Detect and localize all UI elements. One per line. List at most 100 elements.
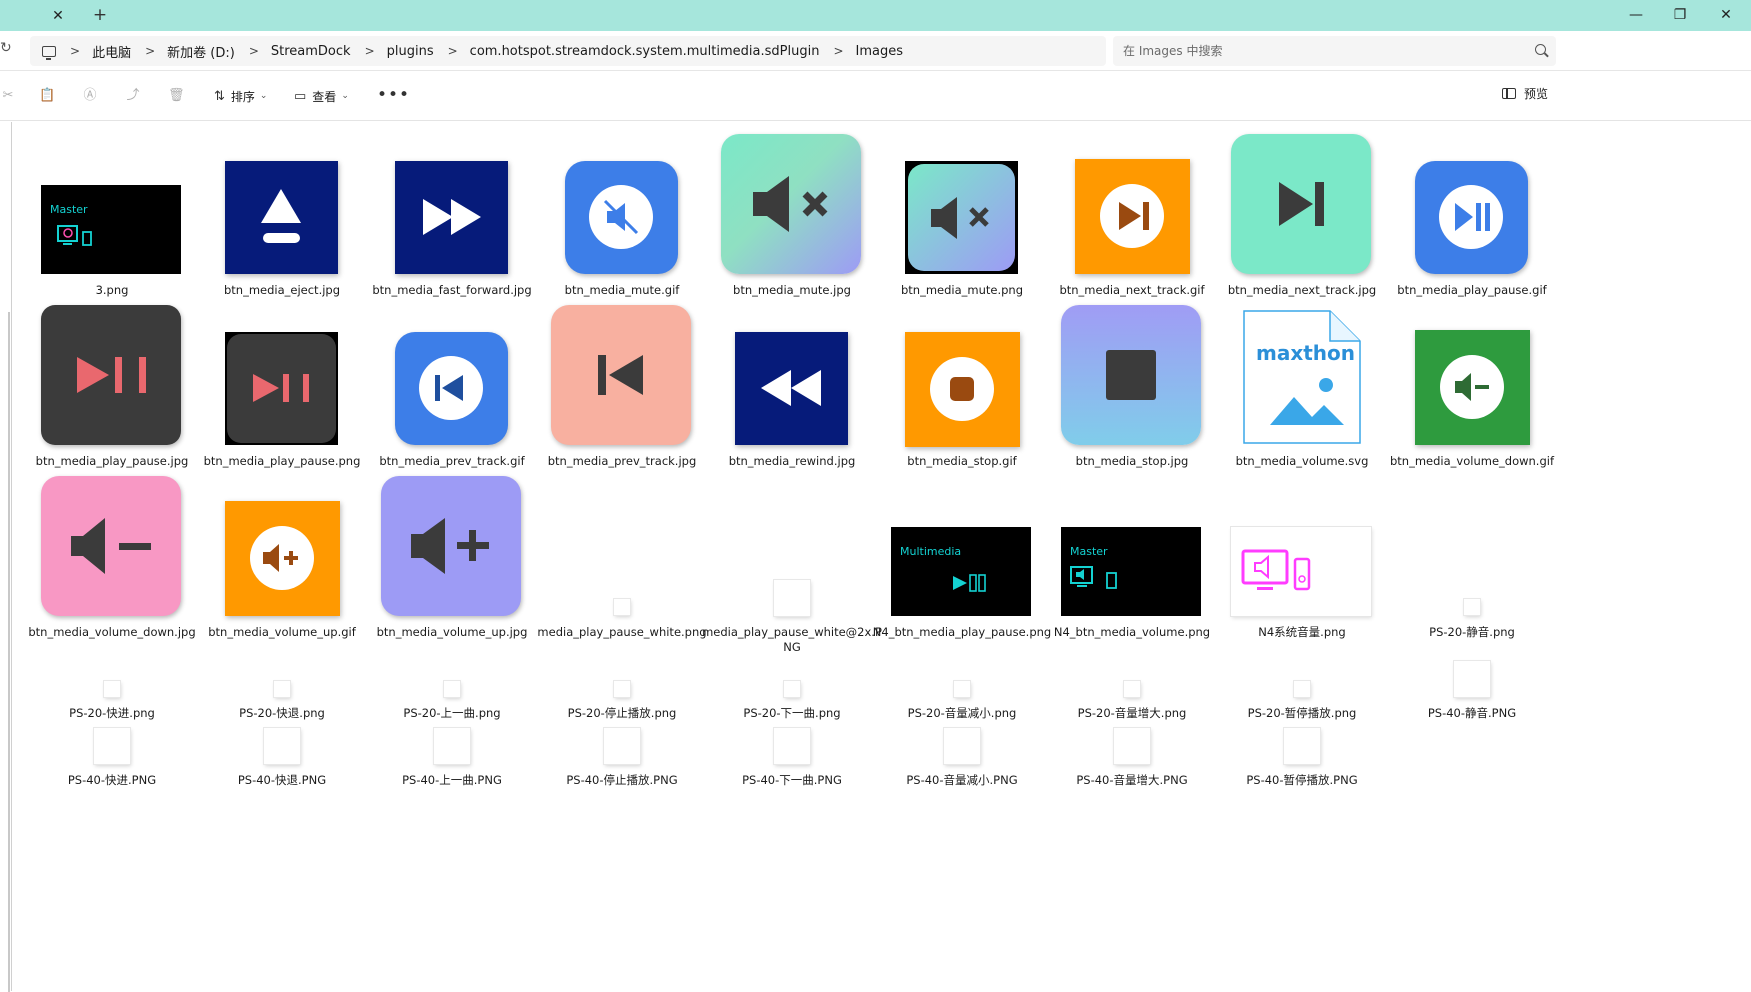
- master-monitor-icon: Master: [41, 185, 181, 274]
- search-input[interactable]: [1123, 42, 1513, 60]
- breadcrumb[interactable]: > 此电脑 > 新加卷 (D:) > StreamDock > plugins …: [30, 36, 1106, 66]
- file-name: btn_media_prev_track.gif: [379, 454, 525, 468]
- share-icon[interactable]: ⤴: [125, 88, 141, 104]
- new-tab-button[interactable]: +: [90, 5, 110, 25]
- file-name: N4_btn_media_play_pause.png: [872, 625, 1052, 639]
- chevron-right-icon[interactable]: >: [833, 44, 843, 58]
- file-name: btn_media_mute.jpg: [733, 283, 851, 297]
- rename-icon[interactable]: Ⓐ: [82, 88, 98, 104]
- file-name: PS-40-音量减小.PNG: [906, 773, 1018, 787]
- sort-label: 排序: [230, 89, 255, 104]
- file-name: btn_media_volume.svg: [1235, 454, 1369, 468]
- file-name: btn_media_mute.gif: [564, 283, 680, 297]
- breadcrumb-this-pc[interactable]: 此电脑: [92, 42, 131, 61]
- refresh-icon[interactable]: ↻: [0, 40, 12, 60]
- blank-image-icon: [604, 728, 640, 764]
- command-bar: ✂ 📋 Ⓐ ⤴ 🗑 ⇅ 排序 ⌄ ▭ 查看 ⌄ ••• 预览: [0, 72, 1751, 121]
- breadcrumb-images[interactable]: Images: [856, 44, 904, 59]
- file-name: btn_media_mute.png: [900, 283, 1024, 297]
- blank-image-icon: [774, 580, 810, 616]
- file-name: PS-40-静音.PNG: [1427, 706, 1517, 720]
- blank-image-icon: [434, 728, 470, 764]
- blank-image-icon: [944, 728, 980, 764]
- mute-icon: [721, 134, 861, 274]
- blank-image-icon: [774, 728, 810, 764]
- blank-image-icon: [1454, 661, 1490, 697]
- chevron-down-icon: ⌄: [259, 91, 268, 101]
- breadcrumb-streamdock[interactable]: StreamDock: [271, 44, 351, 59]
- eject-icon: [225, 161, 338, 274]
- blank-image-icon: [1464, 599, 1480, 615]
- chevron-right-icon[interactable]: >: [448, 44, 458, 58]
- blank-image-icon: [954, 681, 970, 697]
- volume-down-icon: [1415, 330, 1530, 445]
- breadcrumb-plugin-folder[interactable]: com.hotspot.streamdock.system.multimedia…: [470, 44, 820, 59]
- file-name: PS-40-停止播放.PNG: [566, 773, 678, 787]
- file-name: PS-40-上一曲.PNG: [402, 773, 502, 787]
- file-name: btn_media_next_track.gif: [1059, 283, 1205, 297]
- neon-speaker-monitor-icon: [1231, 527, 1371, 616]
- chevron-right-icon[interactable]: >: [365, 44, 375, 58]
- blank-image-icon: [274, 681, 290, 697]
- blank-image-icon: [1114, 728, 1150, 764]
- stop-icon: [1061, 305, 1201, 445]
- file-name: PS-20-快进.png: [69, 706, 155, 720]
- mute-icon: [565, 161, 678, 274]
- blank-image-icon: [784, 681, 800, 697]
- maxthon-logo-text: maxthon: [1256, 341, 1356, 365]
- view-label: 查看: [312, 89, 337, 104]
- close-window-button[interactable]: ✕: [1711, 4, 1741, 26]
- volume-up-icon: [225, 501, 340, 616]
- file-name: PS-40-下一曲.PNG: [742, 773, 842, 787]
- file-name: btn_media_play_pause.gif: [1397, 283, 1547, 297]
- minimize-button[interactable]: —: [1621, 4, 1651, 26]
- file-name: btn_media_stop.gif: [907, 454, 1017, 468]
- file-name: btn_media_rewind.jpg: [728, 454, 856, 468]
- file-name: N4_btn_media_volume.png: [1053, 625, 1211, 639]
- file-name: 3.png: [95, 283, 129, 297]
- chevron-down-icon: ⌄: [341, 91, 349, 101]
- rewind-icon: [735, 332, 848, 445]
- title-bar: ✕ + — ❐ ✕: [0, 0, 1751, 31]
- prev-track-icon: [551, 305, 691, 445]
- view-button[interactable]: ▭ 查看 ⌄: [294, 85, 349, 107]
- file-name: btn_media_volume_up.gif: [208, 625, 356, 639]
- maximize-button[interactable]: ❐: [1665, 4, 1695, 26]
- chevron-right-icon[interactable]: >: [70, 44, 80, 58]
- file-name: btn_media_play_pause.jpg: [35, 454, 189, 468]
- breadcrumb-plugins[interactable]: plugins: [387, 44, 434, 59]
- maxthon-image-icon: maxthon: [1242, 309, 1362, 445]
- preview-button[interactable]: 预览: [1502, 85, 1548, 102]
- blank-image-icon: [1294, 681, 1310, 697]
- play-pause-icon: [41, 305, 181, 445]
- blank-image-icon: [444, 681, 460, 697]
- play-pause-icon: [225, 332, 338, 445]
- master-monitor-icon: Master: [1061, 527, 1201, 616]
- sort-button[interactable]: ⇅ 排序 ⌄: [214, 85, 267, 107]
- file-name: media_play_pause_white.png: [537, 625, 707, 639]
- file-name: media_play_pause_white@2x.PNG: [702, 625, 882, 654]
- blank-image-icon: [1124, 681, 1140, 697]
- breadcrumb-drive-d[interactable]: 新加卷 (D:): [167, 42, 235, 61]
- address-bar: ↻ > 此电脑 > 新加卷 (D:) > StreamDock > plugin…: [0, 31, 1751, 71]
- file-name: btn_media_volume_down.jpg: [28, 625, 196, 639]
- file-grid: Master 3.png btn_media_eject.jpg btn_med…: [0, 122, 1560, 991]
- blank-image-icon: [94, 728, 130, 764]
- multimedia-play-pause-icon: Multimedia: [891, 527, 1031, 616]
- volume-up-icon: [381, 476, 521, 616]
- search-icon[interactable]: [1535, 44, 1546, 55]
- file-name: PS-20-音量增大.png: [1077, 706, 1187, 720]
- paste-icon[interactable]: 📋: [39, 88, 55, 104]
- stop-icon: [905, 332, 1020, 447]
- cut-icon[interactable]: ✂: [0, 88, 16, 104]
- chevron-right-icon[interactable]: >: [145, 44, 155, 58]
- more-options-button[interactable]: •••: [377, 85, 410, 105]
- chevron-right-icon[interactable]: >: [249, 44, 259, 58]
- blank-image-icon: [104, 681, 120, 697]
- volume-down-icon: [41, 476, 181, 616]
- search-box[interactable]: [1113, 36, 1556, 66]
- blank-image-icon: [614, 599, 630, 615]
- file-name: btn_media_prev_track.jpg: [547, 454, 697, 468]
- delete-icon[interactable]: 🗑: [168, 88, 185, 104]
- close-tab-icon[interactable]: ✕: [48, 6, 68, 26]
